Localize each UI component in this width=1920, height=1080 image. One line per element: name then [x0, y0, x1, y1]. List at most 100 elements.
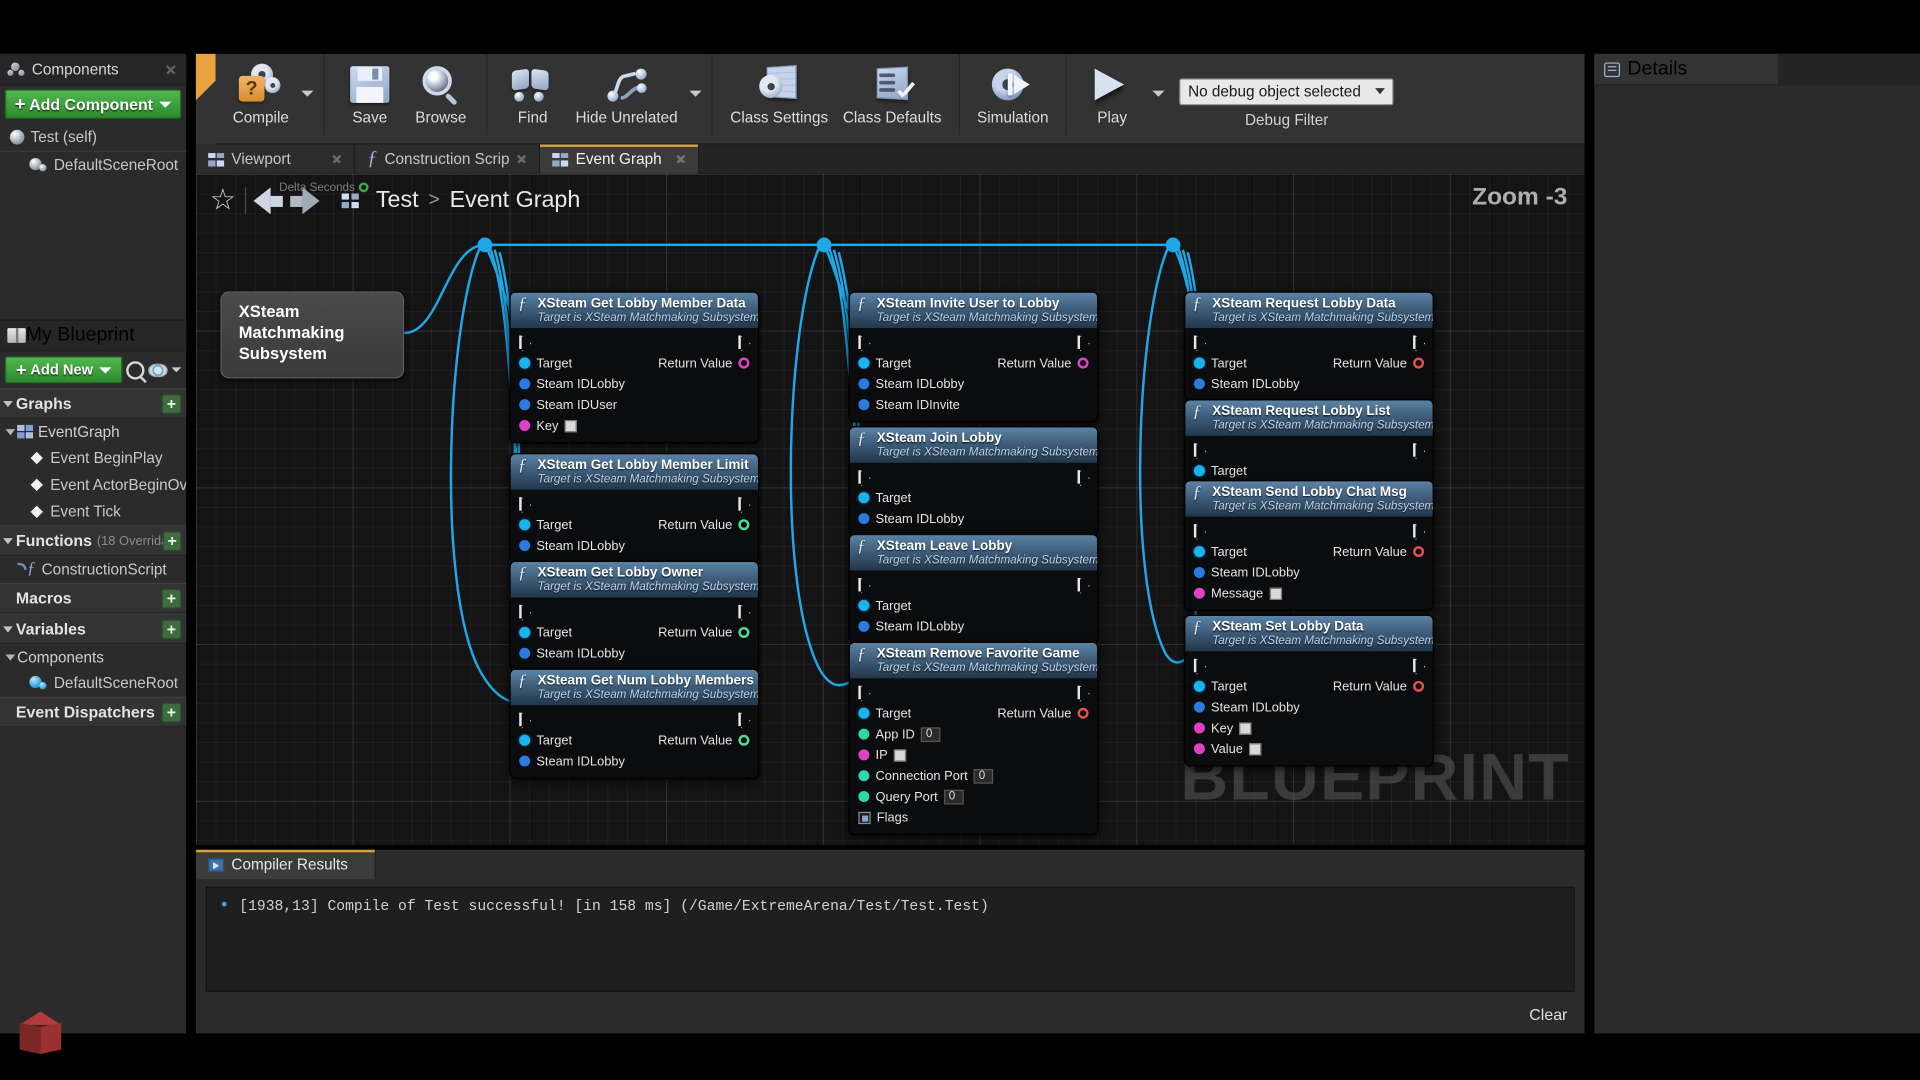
- pin-magenta-icon[interactable]: [1193, 743, 1205, 755]
- exec-in-pin-icon[interactable]: [1193, 524, 1205, 538]
- node-xsteam-matchmaking-subsystem[interactable]: XSteam Matchmaking Subsystem: [220, 291, 405, 378]
- class-defaults-button[interactable]: Class Defaults: [835, 59, 948, 126]
- exec-out-pin-icon[interactable]: [1413, 335, 1424, 349]
- pin-str-ring-icon[interactable]: [1077, 357, 1089, 369]
- back-button[interactable]: [253, 187, 283, 215]
- hide-unrelated-dropdown-icon[interactable]: [689, 90, 703, 97]
- pin-green-ring-icon[interactable]: [738, 734, 750, 746]
- debug-object-select[interactable]: No debug object selected: [1179, 77, 1394, 105]
- section-variables[interactable]: Variables +: [0, 613, 187, 645]
- pin-flag-icon[interactable]: [858, 811, 871, 824]
- bp-node[interactable]: ƒ XSteam Join Lobby Target is XSteam Match…: [848, 426, 1099, 537]
- exec-in-pin-icon[interactable]: [519, 712, 530, 727]
- close-icon[interactable]: [517, 154, 527, 164]
- bp-node-header[interactable]: ƒ XSteam Get Lobby Member Limit Target is …: [510, 454, 758, 490]
- browse-button[interactable]: Browse: [405, 59, 476, 126]
- pin-teal-icon[interactable]: [858, 728, 870, 740]
- pin-struct-icon[interactable]: [519, 755, 531, 767]
- pin-obj-icon[interactable]: [858, 600, 870, 612]
- bp-node[interactable]: ƒ XSteam Send Lobby Chat Msg Target is XSt…: [1184, 480, 1434, 612]
- details-panel-header[interactable]: Details: [1594, 53, 1778, 86]
- bp-node[interactable]: ƒ XSteam Set Lobby Data Target is XSteam M…: [1184, 614, 1434, 767]
- pin-text-input[interactable]: [1239, 721, 1252, 735]
- component-item-root[interactable]: DefaultSceneRoot: [0, 150, 187, 178]
- pin-teal-icon[interactable]: [858, 791, 870, 803]
- add-graph-button[interactable]: +: [161, 393, 182, 414]
- add-component-button[interactable]: + Add Component: [4, 89, 182, 119]
- pin-struct-icon[interactable]: [519, 647, 531, 659]
- pin-struct-icon[interactable]: [858, 378, 870, 390]
- section-macros[interactable]: Macros +: [0, 582, 187, 614]
- close-icon[interactable]: [332, 154, 342, 164]
- save-button[interactable]: Save: [334, 59, 405, 126]
- exec-out-pin-icon[interactable]: [738, 335, 749, 349]
- event-item-beginplay[interactable]: Event BeginPlay: [0, 444, 186, 471]
- exec-out-pin-icon[interactable]: [738, 497, 749, 511]
- eye-icon[interactable]: [148, 363, 168, 377]
- bp-node-header[interactable]: ƒ XSteam Request Lobby List Target is XSte…: [1185, 400, 1433, 436]
- bp-node[interactable]: ƒ XSteam Request Lobby List Target is XSte…: [1184, 399, 1434, 489]
- exec-out-pin-icon[interactable]: [1413, 443, 1424, 457]
- tab-construction-script[interactable]: ƒ Construction Scrip: [355, 144, 541, 174]
- exec-in-pin-icon[interactable]: [858, 685, 869, 700]
- add-variable-button[interactable]: +: [161, 618, 182, 639]
- pin-struct-icon[interactable]: [858, 399, 870, 411]
- bookmark-star-icon[interactable]: ☆: [208, 186, 237, 215]
- pin-obj-icon[interactable]: [858, 492, 870, 504]
- breadcrumb-leaf[interactable]: Event Graph: [450, 187, 581, 214]
- bp-node-header[interactable]: ƒ XSteam Remove Favorite Game Target is XS…: [849, 642, 1098, 679]
- breadcrumb-root[interactable]: Test: [376, 187, 419, 214]
- tab-compiler-results[interactable]: Compiler Results: [195, 849, 377, 880]
- event-item-actorbeginoverlap[interactable]: Event ActorBeginOverlap: [0, 471, 186, 498]
- pin-obj-icon[interactable]: [519, 357, 531, 369]
- exec-in-pin-icon[interactable]: [519, 604, 530, 619]
- compile-button[interactable]: ? Compile: [225, 59, 296, 126]
- bp-node-header[interactable]: ƒ XSteam Invite User to Lobby Target is XS…: [849, 292, 1098, 329]
- add-new-button[interactable]: + Add New: [4, 356, 123, 384]
- pin-red-ring-icon[interactable]: [1413, 546, 1425, 558]
- compile-dropdown-icon[interactable]: [301, 90, 314, 97]
- pin-obj-icon[interactable]: [519, 519, 531, 531]
- pin-text-input[interactable]: [1269, 587, 1282, 600]
- tab-event-graph[interactable]: Event Graph: [540, 144, 700, 174]
- bp-node[interactable]: ƒ XSteam Remove Favorite Game Target is XS…: [848, 641, 1099, 836]
- event-item-tick[interactable]: Event Tick: [0, 498, 186, 525]
- chevron-down-icon[interactable]: [171, 367, 182, 373]
- pin-struct-icon[interactable]: [519, 378, 531, 390]
- exec-out-pin-icon[interactable]: [738, 604, 749, 619]
- add-macro-button[interactable]: +: [161, 588, 182, 608]
- exec-in-pin-icon[interactable]: [1193, 443, 1205, 457]
- pin-magenta-icon[interactable]: [519, 420, 531, 432]
- pin-magenta-icon[interactable]: [858, 749, 870, 761]
- variable-item-defaultsceneroot[interactable]: DefaultSceneRoot: [0, 670, 186, 697]
- bp-node-header[interactable]: ƒ XSteam Leave Lobby Target is XSteam Matc…: [849, 535, 1098, 571]
- pin-obj-icon[interactable]: [519, 734, 531, 746]
- bp-node[interactable]: ƒ XSteam Get Lobby Owner Target is XSteam …: [509, 560, 760, 672]
- exec-out-pin-icon[interactable]: [1077, 685, 1089, 700]
- pin-struct-icon[interactable]: [1193, 566, 1205, 578]
- function-item-constructionscript[interactable]: ƒ ConstructionScript: [0, 556, 186, 583]
- event-graph-canvas[interactable]: ☆ Test > Event Graph Delta Seconds Zoom …: [195, 173, 1585, 845]
- search-icon[interactable]: [126, 360, 145, 379]
- component-item-self[interactable]: Test (self): [0, 124, 186, 151]
- exec-out-pin-icon[interactable]: [738, 712, 749, 727]
- pin-struct-icon[interactable]: [858, 513, 870, 525]
- pin-value-input[interactable]: 0: [920, 726, 941, 742]
- exec-in-pin-icon[interactable]: [519, 497, 530, 511]
- forward-button[interactable]: [290, 187, 320, 215]
- section-graphs[interactable]: Graphs +: [0, 388, 187, 419]
- add-function-button[interactable]: +: [162, 530, 182, 551]
- bp-node-header[interactable]: ƒ XSteam Get Num Lobby Members Target is X…: [510, 669, 758, 706]
- pin-green-ring-icon[interactable]: [738, 626, 750, 638]
- play-dropdown-icon[interactable]: [1152, 90, 1165, 97]
- clear-button[interactable]: Clear: [1529, 1005, 1567, 1023]
- bp-node-header[interactable]: ƒ XSteam Send Lobby Chat Msg Target is XSt…: [1185, 481, 1433, 517]
- add-dispatcher-button[interactable]: +: [161, 702, 182, 722]
- pin-struct-icon[interactable]: [1193, 701, 1205, 713]
- bp-node-header[interactable]: ƒ XSteam Set Lobby Data Target is XSteam M…: [1185, 615, 1433, 652]
- pin-value-input[interactable]: 0: [943, 789, 964, 804]
- bp-node[interactable]: ƒ XSteam Request Lobby Data Target is XSte…: [1184, 291, 1434, 402]
- section-functions[interactable]: Functions (18 Overridable) +: [0, 525, 187, 556]
- bp-node[interactable]: ƒ XSteam Get Num Lobby Members Target is X…: [509, 668, 760, 779]
- pin-green-ring-icon[interactable]: [738, 519, 750, 531]
